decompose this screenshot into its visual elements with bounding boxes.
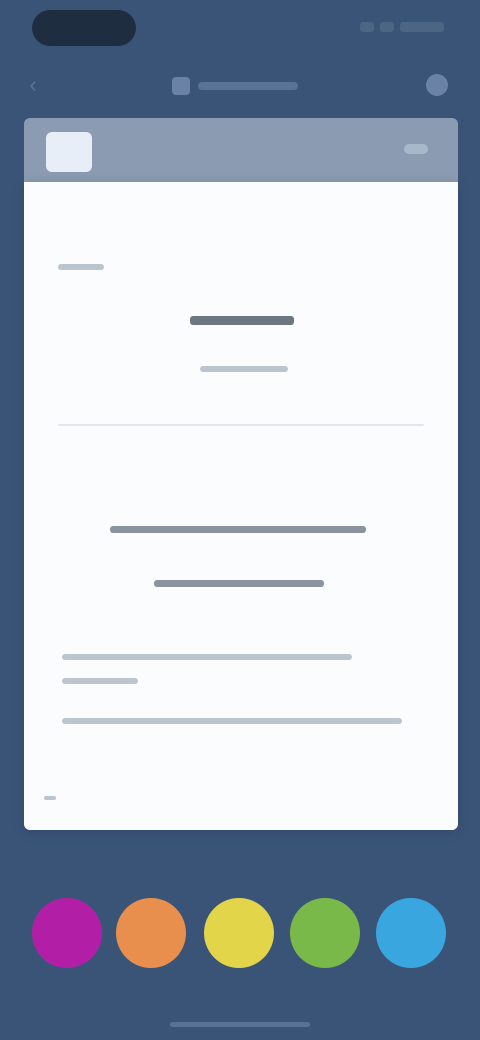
color-swatch-orange[interactable] (116, 898, 186, 968)
text-line (58, 264, 104, 270)
wifi-icon (380, 22, 394, 32)
signal-icon (360, 22, 374, 32)
status-icons (354, 22, 444, 34)
color-swatch-green[interactable] (290, 898, 360, 968)
status-bar (0, 0, 480, 56)
toolbar-title (172, 76, 308, 96)
home-indicator[interactable] (170, 1022, 310, 1027)
status-pill (32, 10, 136, 46)
color-swatch-yellow[interactable] (204, 898, 274, 968)
divider (58, 424, 424, 426)
footer-mark (44, 796, 56, 800)
text-line (154, 580, 324, 587)
header-action-icon[interactable] (404, 144, 428, 154)
color-palette-bar (0, 880, 480, 990)
document-heading (190, 316, 294, 325)
color-swatch-magenta[interactable] (32, 898, 102, 968)
text-line (62, 654, 352, 660)
back-arrow-icon[interactable]: ‹ (22, 74, 44, 96)
battery-icon (400, 22, 444, 32)
color-swatch-blue[interactable] (376, 898, 446, 968)
toolbar: ‹ (0, 60, 480, 112)
title-text (198, 82, 298, 90)
document-preview[interactable] (24, 182, 458, 830)
text-line (62, 718, 402, 724)
document-header (24, 118, 458, 184)
document-subheading (200, 366, 288, 372)
document-icon (172, 77, 190, 95)
text-line (110, 526, 366, 533)
more-options-icon[interactable] (426, 74, 448, 96)
document-thumbnail (46, 132, 92, 172)
text-line (62, 678, 138, 684)
